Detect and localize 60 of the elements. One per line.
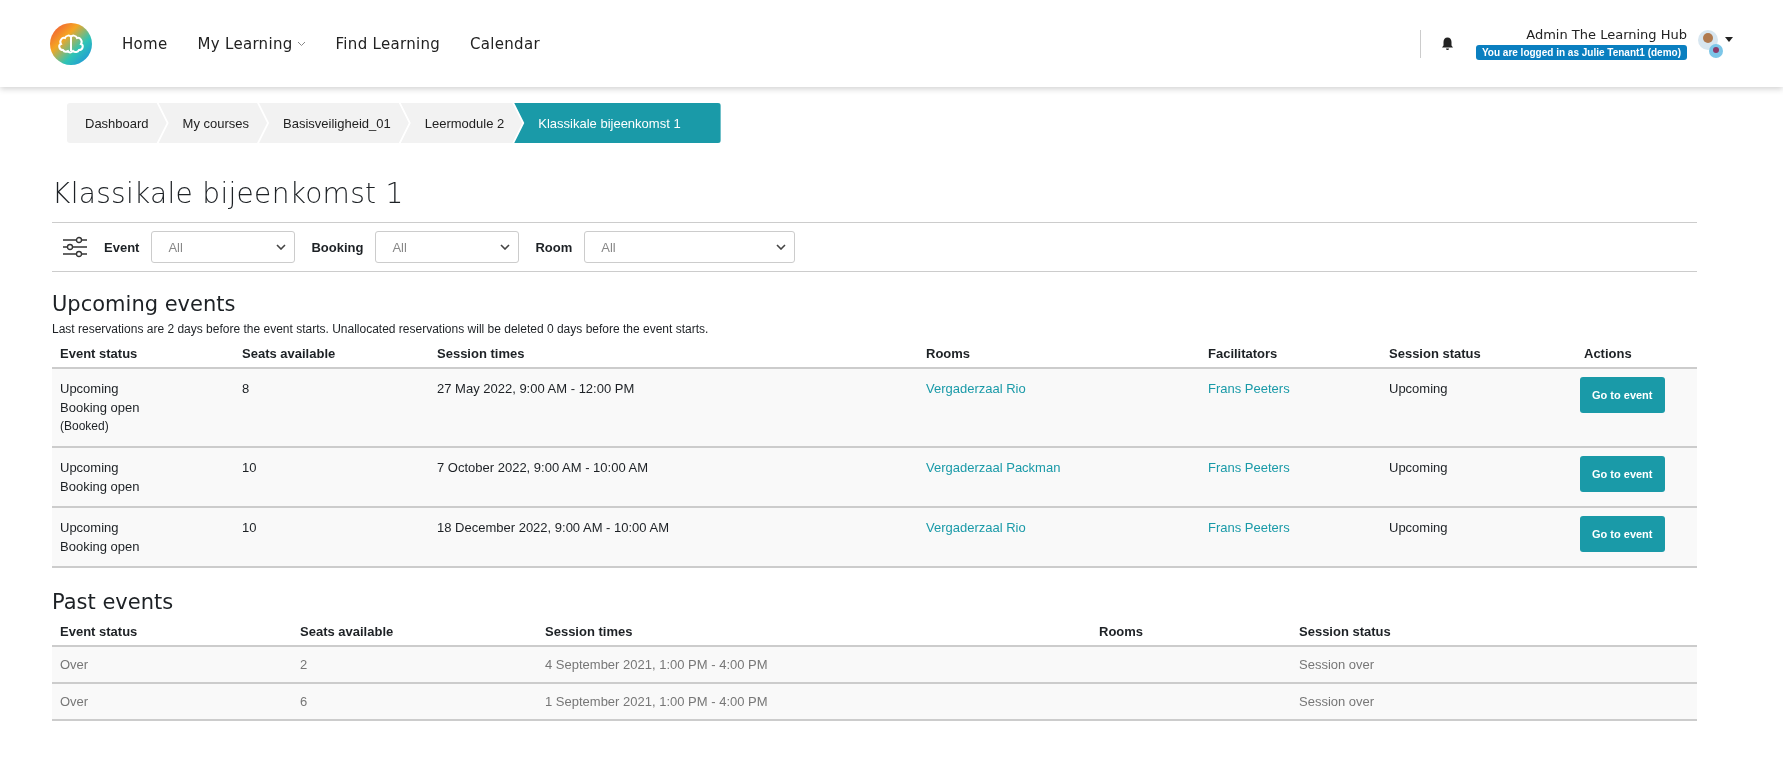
filter-label: Booking bbox=[311, 239, 364, 255]
nav-link[interactable]: My Learning bbox=[197, 34, 306, 53]
event-status: Upcoming Booking open bbox=[60, 459, 141, 496]
bell-icon[interactable] bbox=[1440, 36, 1454, 51]
filter-label: Event bbox=[104, 239, 140, 255]
session-times-cell: 1 September 2021, 1:00 PM - 4:00 PM bbox=[545, 694, 768, 709]
user-name: Admin The Learning Hub bbox=[1526, 27, 1687, 42]
filter-select[interactable]: All bbox=[151, 231, 296, 263]
session-times-cell: 7 October 2022, 9:00 AM - 10:00 AM bbox=[437, 460, 648, 475]
filter-select[interactable]: All bbox=[375, 231, 520, 263]
seats-cell: 8 bbox=[242, 381, 250, 396]
event-status: Over bbox=[60, 657, 89, 672]
logo-icon[interactable] bbox=[50, 22, 92, 65]
reservation-note: Last reservations are 2 days before the event starts. Unallocated reservations will be deleted 0 days before the event starts. bbox=[52, 322, 710, 336]
breadcrumb-item[interactable]: Basisveiligheid_01 bbox=[259, 103, 409, 143]
room-link[interactable]: Vergaderzaal Rio bbox=[926, 520, 1026, 535]
session-status-cell: Session over bbox=[1299, 694, 1375, 709]
section-heading: Upcoming events bbox=[52, 292, 237, 316]
session-times-cell: 18 December 2022, 9:00 AM - 10:00 AM bbox=[437, 520, 669, 535]
nav-link[interactable]: Find Learning bbox=[335, 34, 441, 53]
chevron-down-icon bbox=[296, 40, 306, 47]
session-times-cell: 4 September 2021, 1:00 PM - 4:00 PM bbox=[545, 657, 768, 672]
avatar-icon[interactable] bbox=[1697, 28, 1723, 59]
event-status: Over bbox=[60, 694, 89, 709]
filter-label: Room bbox=[535, 239, 573, 255]
facilitator-link[interactable]: Frans Peeters bbox=[1208, 381, 1290, 396]
section-heading: Past events bbox=[52, 590, 175, 614]
nav-link[interactable]: Calendar bbox=[470, 34, 540, 53]
nav-link[interactable]: Home bbox=[122, 34, 168, 53]
seats-cell: 6 bbox=[300, 694, 308, 709]
session-status-cell: Session over bbox=[1299, 657, 1375, 672]
event-status: Upcoming Booking open bbox=[60, 380, 141, 417]
chevron-down-icon[interactable] bbox=[500, 244, 511, 250]
facilitator-link[interactable]: Frans Peeters bbox=[1208, 520, 1290, 535]
login-as-badge: You are logged in as Julie Tenant1 (demo) bbox=[1475, 45, 1687, 60]
session-status-cell: Upcoming bbox=[1389, 381, 1448, 396]
go-to-event-button[interactable]: Go to event bbox=[1580, 516, 1665, 552]
breadcrumb-item[interactable]: Leermodule 2 bbox=[400, 103, 523, 143]
filter-sliders-icon bbox=[62, 236, 88, 258]
room-link[interactable]: Vergaderzaal Packman bbox=[926, 460, 1061, 475]
go-to-event-button[interactable]: Go to event bbox=[1580, 377, 1665, 413]
session-times-cell: 27 May 2022, 9:00 AM - 12:00 PM bbox=[437, 381, 635, 396]
chevron-down-icon[interactable] bbox=[776, 244, 787, 250]
facilitator-link[interactable]: Frans Peeters bbox=[1208, 460, 1290, 475]
room-link[interactable]: Vergaderzaal Rio bbox=[926, 381, 1026, 396]
filter-select[interactable]: All bbox=[584, 231, 796, 263]
seats-cell: 10 bbox=[242, 460, 257, 475]
session-status-cell: Upcoming bbox=[1389, 520, 1448, 535]
caret-icon[interactable] bbox=[1725, 37, 1733, 42]
breadcrumb-item[interactable]: Dashboard bbox=[67, 103, 167, 143]
breadcrumb-item[interactable]: Klassikale bijeenkomst 1 bbox=[514, 103, 721, 143]
booked-note: (Booked) bbox=[60, 418, 110, 435]
page-title: Klassikale bijeenkomst 1 bbox=[52, 177, 405, 210]
seats-cell: 2 bbox=[300, 657, 308, 672]
seats-cell: 10 bbox=[242, 520, 257, 535]
go-to-event-button[interactable]: Go to event bbox=[1580, 456, 1665, 492]
event-status: Upcoming Booking open bbox=[60, 519, 141, 556]
session-status-cell: Upcoming bbox=[1389, 460, 1448, 475]
breadcrumb-item[interactable]: My courses bbox=[158, 103, 268, 143]
chevron-down-icon[interactable] bbox=[276, 244, 287, 250]
